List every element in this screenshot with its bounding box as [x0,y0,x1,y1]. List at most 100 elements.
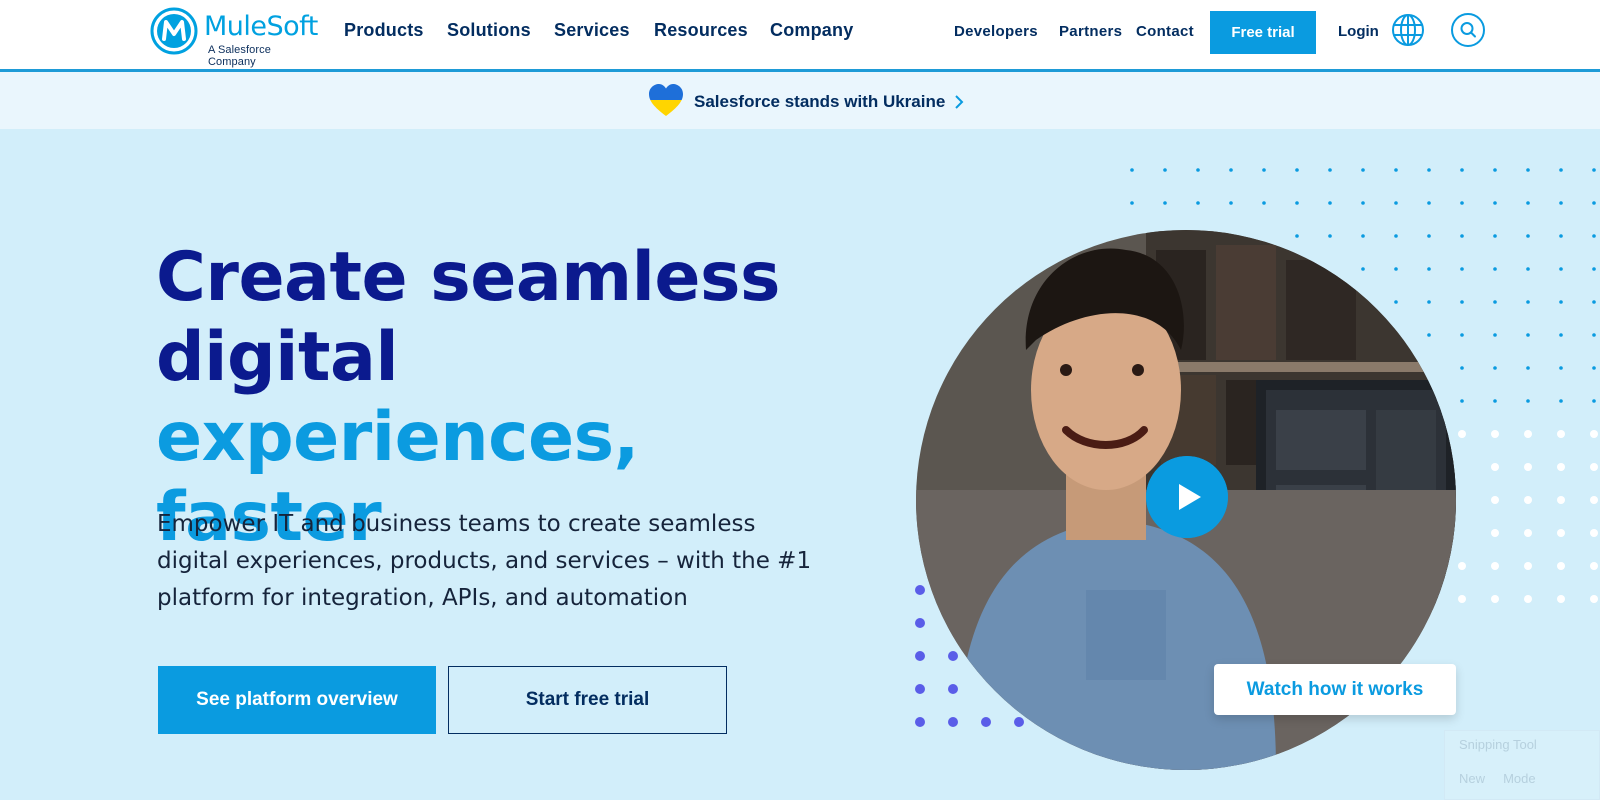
decorative-dot [1394,168,1398,172]
nav-solutions[interactable]: Solutions [447,20,531,41]
decorative-dot [1559,366,1563,370]
headline-line-2: digital [156,318,399,397]
decorative-dot [1491,562,1499,570]
decorative-dot [1524,529,1532,537]
nav-developers[interactable]: Developers [954,23,1038,40]
decorative-dot [1493,300,1497,304]
decorative-dot [1592,300,1596,304]
decorative-dot [1328,234,1332,238]
free-trial-button[interactable]: Free trial [1210,11,1316,54]
nav-resources[interactable]: Resources [654,20,748,41]
decorative-dot [1163,168,1167,172]
decorative-dot [1229,168,1233,172]
decorative-dot [1229,201,1233,205]
decorative-dot [1491,595,1499,603]
decorative-dot [1526,168,1530,172]
chevron-right-icon[interactable] [953,94,965,110]
decorative-dot [1262,201,1266,205]
decorative-dot [1491,496,1499,504]
decorative-dot [1427,300,1431,304]
decorative-dot [915,717,925,727]
decorative-dot [1526,201,1530,205]
decorative-dot [1592,399,1596,403]
start-free-trial-button[interactable]: Start free trial [448,666,727,734]
see-platform-overview-button[interactable]: See platform overview [158,666,436,734]
decorative-dot [1493,168,1497,172]
decorative-dot [1559,201,1563,205]
decorative-dot [1328,201,1332,205]
snipping-tool-title: Snipping Tool [1459,737,1537,752]
decorative-dot [915,618,925,628]
globe-icon[interactable] [1390,12,1426,48]
decorative-dot [1590,430,1598,438]
headline-accent: experiences, [156,398,639,477]
decorative-dot [1590,595,1598,603]
decorative-dot [1590,463,1598,471]
decorative-dot [1014,717,1024,727]
decorative-dot [1427,234,1431,238]
decorative-dot [1524,562,1532,570]
decorative-dot [1458,430,1466,438]
nav-company[interactable]: Company [770,20,853,41]
decorative-dot [1526,300,1530,304]
decorative-dot [948,651,958,661]
decorative-dot [1460,267,1464,271]
decorative-dot [1460,234,1464,238]
nav-contact[interactable]: Contact [1136,23,1194,40]
login-link[interactable]: Login [1338,23,1379,40]
decorative-dot [1526,333,1530,337]
decorative-dot [1493,399,1497,403]
decorative-dot [1524,496,1532,504]
mulesoft-logo-icon [150,7,198,55]
decorative-dot [1590,529,1598,537]
decorative-dot [1493,366,1497,370]
decorative-dot [1559,333,1563,337]
logo-name: MuleSoft [204,11,318,42]
decorative-dot [1493,333,1497,337]
decorative-dot [1557,496,1565,504]
mulesoft-logo[interactable]: MuleSoft A Salesforce Company [150,7,320,68]
decorative-dot [1559,267,1563,271]
decorative-dot [1427,168,1431,172]
decorative-dot [1262,168,1266,172]
decorative-dot [1526,366,1530,370]
decorative-dot [1493,234,1497,238]
decorative-dot [1526,399,1530,403]
decorative-dot [1328,168,1332,172]
decorative-dot [1559,300,1563,304]
snipping-tool-overlay: Snipping Tool New Mode [1444,730,1600,800]
decorative-dot [1592,168,1596,172]
decorative-dot [1458,562,1466,570]
decorative-dot [1295,168,1299,172]
decorative-dot [1427,267,1431,271]
nav-services[interactable]: Services [554,20,630,41]
decorative-dot [1592,366,1596,370]
decorative-dot [1557,529,1565,537]
banner-text[interactable]: Salesforce stands with Ukraine [694,92,945,112]
decorative-dot [1394,267,1398,271]
decorative-dot [1196,201,1200,205]
decorative-dot [1460,399,1464,403]
decorative-dot [1361,201,1365,205]
decorative-dot [1460,366,1464,370]
hero-subtext: Empower IT and business teams to create … [157,511,812,611]
decorative-dot [1491,463,1499,471]
decorative-dot [1394,234,1398,238]
search-icon[interactable] [1450,12,1486,48]
decorative-dot [1590,562,1598,570]
play-icon[interactable] [1146,456,1228,538]
decorative-dot [1493,201,1497,205]
decorative-dot [1559,399,1563,403]
watch-how-it-works-button[interactable]: Watch how it works [1214,664,1456,715]
decorative-dot [1557,430,1565,438]
nav-partners[interactable]: Partners [1059,23,1122,40]
decorative-dot [1491,529,1499,537]
decorative-dot [1394,201,1398,205]
nav-products[interactable]: Products [344,20,424,41]
decorative-dot [1493,267,1497,271]
decorative-dot [1592,201,1596,205]
logo-subtitle: A Salesforce Company [208,44,271,68]
decorative-dot [1592,234,1596,238]
site-header: MuleSoft A Salesforce Company Products S… [0,0,1600,72]
decorative-dot [1361,267,1365,271]
